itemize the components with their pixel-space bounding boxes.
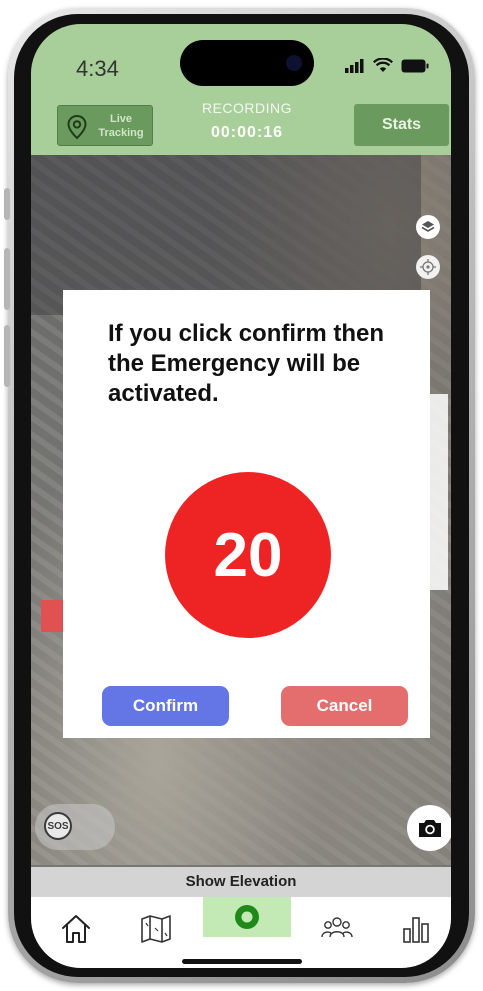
home-indicator[interactable]: [182, 959, 302, 964]
emergency-message: If you click confirm then the Emergency …: [108, 320, 385, 407]
volume-down-button: [4, 325, 10, 387]
camera-lens: [286, 55, 302, 71]
chart-icon: [403, 917, 429, 943]
red-marker-tab[interactable]: [41, 600, 65, 632]
confirm-button[interactable]: Confirm: [102, 686, 229, 726]
wifi-icon: [373, 58, 393, 72]
app-header: 4:34 Live Tracking RECORDING 00:00:16 St…: [31, 24, 451, 155]
stats-button[interactable]: Stats: [354, 104, 449, 146]
battery-icon: [401, 59, 429, 72]
status-time: 4:34: [76, 56, 119, 81]
group-icon: [321, 917, 353, 938]
record-icon: [235, 905, 259, 929]
nav-record[interactable]: [203, 897, 291, 937]
emergency-confirm-dialog: If you click confirm then the Emergency …: [63, 290, 430, 738]
camera-button[interactable]: [407, 805, 451, 851]
layers-icon: [421, 221, 435, 232]
location-pin-icon: [67, 114, 87, 140]
sos-button[interactable]: SOS: [35, 804, 115, 850]
crosshair-icon: [420, 259, 436, 275]
volume-up-button: [4, 248, 10, 310]
recording-timer: 00:00:16: [210, 124, 284, 141]
locate-button[interactable]: [416, 255, 440, 279]
map-icon: [141, 915, 171, 943]
home-icon: [62, 915, 90, 943]
nav-map[interactable]: [136, 909, 176, 949]
nav-home[interactable]: [56, 909, 96, 949]
status-icons: [345, 58, 429, 73]
countdown-timer: 20: [165, 472, 331, 638]
camera-icon: [419, 820, 441, 837]
signal-icon: [345, 58, 364, 73]
sos-icon: SOS: [44, 812, 72, 840]
action-button: [4, 188, 10, 220]
dynamic-island: [180, 40, 314, 86]
layers-button[interactable]: [416, 215, 440, 239]
recording-label: RECORDING: [201, 100, 293, 116]
nav-stats[interactable]: [396, 909, 436, 949]
bottom-nav: [31, 897, 451, 968]
show-elevation-bar[interactable]: Show Elevation: [31, 867, 451, 897]
screen: 4:34 Live Tracking RECORDING 00:00:16 St…: [31, 24, 451, 968]
live-tracking-button[interactable]: Live Tracking: [57, 105, 153, 146]
live-tracking-label: Live Tracking: [98, 113, 144, 139]
nav-group[interactable]: [317, 909, 357, 949]
cancel-button[interactable]: Cancel: [281, 686, 408, 726]
